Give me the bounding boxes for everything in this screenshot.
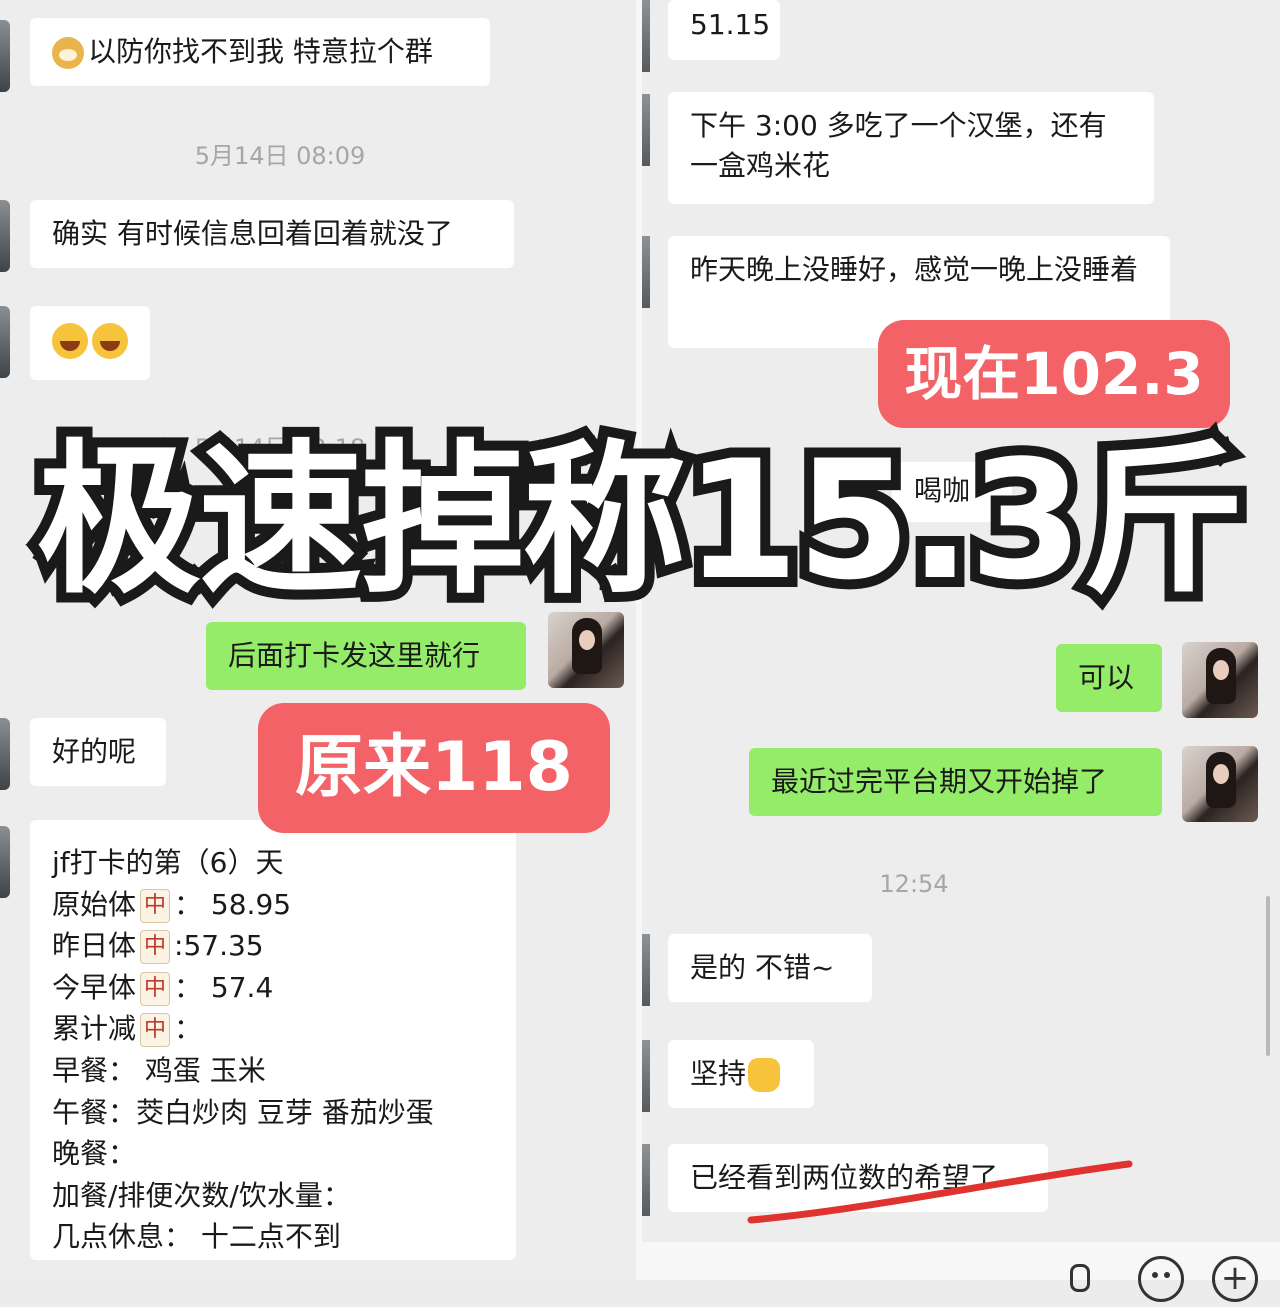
message-bubble[interactable]: 51.15 — [668, 0, 780, 60]
scrollbar[interactable] — [1266, 896, 1270, 1056]
log-label: 今早体 — [52, 970, 137, 1004]
message-bubble[interactable]: 坚持 — [668, 1040, 814, 1108]
user-avatar[interactable] — [1182, 642, 1258, 718]
avatar-face — [1213, 764, 1229, 784]
smile-icon — [1152, 1272, 1170, 1278]
avatar-face — [579, 630, 595, 650]
contact-avatar[interactable] — [642, 1040, 650, 1112]
message-bubble[interactable]: 确实 有时候信息回着回着就没了 — [30, 200, 514, 268]
mahjong-tile-icon: 中 — [140, 930, 171, 965]
doge-emoji-icon — [52, 37, 84, 69]
contact-avatar[interactable] — [642, 1144, 650, 1216]
log-line: 今早体中： 57.4 — [52, 967, 494, 1009]
message-bubble[interactable]: 以防你找不到我 特意拉个群 — [30, 18, 490, 86]
message-text: 好的呢 — [52, 735, 137, 768]
message-text: 51.15 — [690, 8, 771, 41]
log-label: 累计减 — [52, 1012, 137, 1046]
red-underline-stroke — [747, 1160, 1133, 1224]
contact-avatar[interactable] — [0, 826, 10, 898]
log-line: 几点休息： 十二点不到 — [52, 1220, 341, 1254]
mahjong-tile-icon: 中 — [140, 888, 171, 923]
log-line: 昨日体中:57.35 — [52, 925, 494, 967]
contact-avatar[interactable] — [0, 200, 10, 272]
message-text: 确实 有时候信息回着回着就没了 — [52, 217, 453, 250]
message-text: 可以 — [1078, 661, 1135, 694]
message-text: 坚持 — [690, 1057, 747, 1090]
current-weight-label: 现在102.3 — [878, 320, 1230, 428]
laughing-emoji-icon — [92, 323, 128, 359]
message-bubble[interactable]: 是的 不错~ — [668, 934, 872, 1002]
log-line: jf打卡的第（6）天 — [52, 846, 284, 879]
message-text: 最近过完平台期又开始掉了 — [771, 765, 1108, 798]
log-line: 原始体中： 58.95 — [52, 884, 494, 926]
input-toolbar — [642, 1242, 1280, 1280]
log-value: ： 57.4 — [174, 970, 274, 1004]
log-line: 累计减中： — [52, 1008, 494, 1050]
message-text: 是的 不错~ — [690, 951, 835, 984]
user-avatar[interactable] — [548, 612, 624, 688]
log-value: ： — [174, 1012, 203, 1046]
message-text: 下午 3:00 多吃了一个汉堡，还有一盒鸡米花 — [690, 109, 1107, 182]
mic-icon[interactable] — [1070, 1264, 1090, 1292]
contact-avatar[interactable] — [642, 934, 650, 1006]
sent-message-bubble[interactable]: 最近过完平台期又开始掉了 — [749, 748, 1162, 816]
log-line: 午餐：茭白炒肉 豆芽 番茄炒蛋 — [52, 1095, 434, 1129]
message-text: 以防你找不到我 特意拉个群 — [88, 35, 433, 68]
log-value: :57.35 — [174, 929, 264, 963]
right-chat-pane: 51.15 下午 3:00 多吃了一个汉堡，还有一盒鸡米花 昨天晚上没睡好，感觉… — [642, 0, 1280, 1280]
message-text: 昨天晚上没睡好，感觉一晚上没睡着 — [690, 253, 1139, 286]
add-button-icon[interactable]: + — [1212, 1256, 1258, 1302]
message-text: 后面打卡发这里就行 — [228, 639, 481, 672]
contact-avatar[interactable] — [0, 718, 10, 790]
message-bubble[interactable]: 好的呢 — [30, 718, 166, 786]
timestamp: 5月14日 08:09 — [194, 142, 366, 170]
log-line: 早餐： 鸡蛋 玉米 — [52, 1053, 266, 1087]
sent-message-bubble[interactable]: 后面打卡发这里就行 — [206, 622, 526, 690]
original-weight-label: 原来118 — [258, 703, 610, 833]
contact-avatar[interactable] — [0, 20, 10, 92]
sent-message-bubble[interactable]: 可以 — [1056, 644, 1162, 712]
log-line: 加餐/排便次数/饮水量： — [52, 1178, 351, 1212]
log-label: 昨日体 — [52, 929, 137, 963]
mahjong-tile-icon: 中 — [140, 1013, 171, 1048]
contact-avatar[interactable] — [0, 306, 10, 378]
emoji-button-icon[interactable] — [1138, 1256, 1184, 1302]
log-value: ： 58.95 — [174, 887, 292, 921]
contact-avatar[interactable] — [642, 236, 650, 308]
contact-avatar[interactable] — [642, 94, 650, 166]
laughing-emoji-icon — [52, 323, 88, 359]
log-line: 晚餐： — [52, 1137, 137, 1171]
message-bubble[interactable] — [30, 306, 150, 380]
checkin-log-bubble[interactable]: jf打卡的第（6）天 原始体中： 58.95 昨日体中:57.35 今早体中： … — [30, 820, 516, 1260]
log-label: 原始体 — [52, 887, 137, 921]
mahjong-tile-icon: 中 — [140, 971, 171, 1006]
headline-banner: 极速掉称15.3斤 — [27, 416, 1256, 626]
fist-emoji-icon — [748, 1058, 781, 1092]
contact-avatar[interactable] — [642, 0, 650, 72]
avatar-face — [1213, 660, 1229, 680]
left-chat-pane: 以防你找不到我 特意拉个群 5月14日 08:09 确实 有时候信息回着回着就没… — [0, 0, 636, 1280]
timestamp: 12:54 — [879, 870, 949, 898]
user-avatar[interactable] — [1182, 746, 1258, 822]
message-bubble[interactable]: 下午 3:00 多吃了一个汉堡，还有一盒鸡米花 — [668, 92, 1154, 204]
